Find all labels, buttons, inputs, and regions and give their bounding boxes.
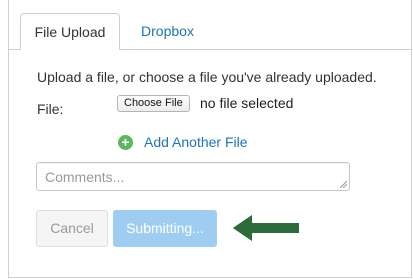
- file-label: File:: [37, 101, 64, 117]
- choose-file-button[interactable]: Choose File: [117, 95, 190, 112]
- file-status-text: no file selected: [200, 95, 294, 111]
- tab-dropbox[interactable]: Dropbox: [120, 13, 215, 50]
- comments-textarea[interactable]: Comments...: [36, 162, 350, 191]
- cancel-button[interactable]: Cancel: [36, 210, 108, 247]
- tab-file-upload[interactable]: File Upload: [20, 13, 120, 50]
- arrow-left-icon: [230, 212, 301, 244]
- plus-circle-icon[interactable]: +: [118, 135, 133, 150]
- upload-instructions: Upload a file, or choose a file you've a…: [37, 69, 377, 85]
- resize-handle-icon[interactable]: [340, 181, 347, 188]
- add-another-file-link[interactable]: Add Another File: [144, 134, 248, 150]
- comments-placeholder: Comments...: [45, 169, 125, 185]
- submit-button[interactable]: Submitting...: [113, 210, 217, 247]
